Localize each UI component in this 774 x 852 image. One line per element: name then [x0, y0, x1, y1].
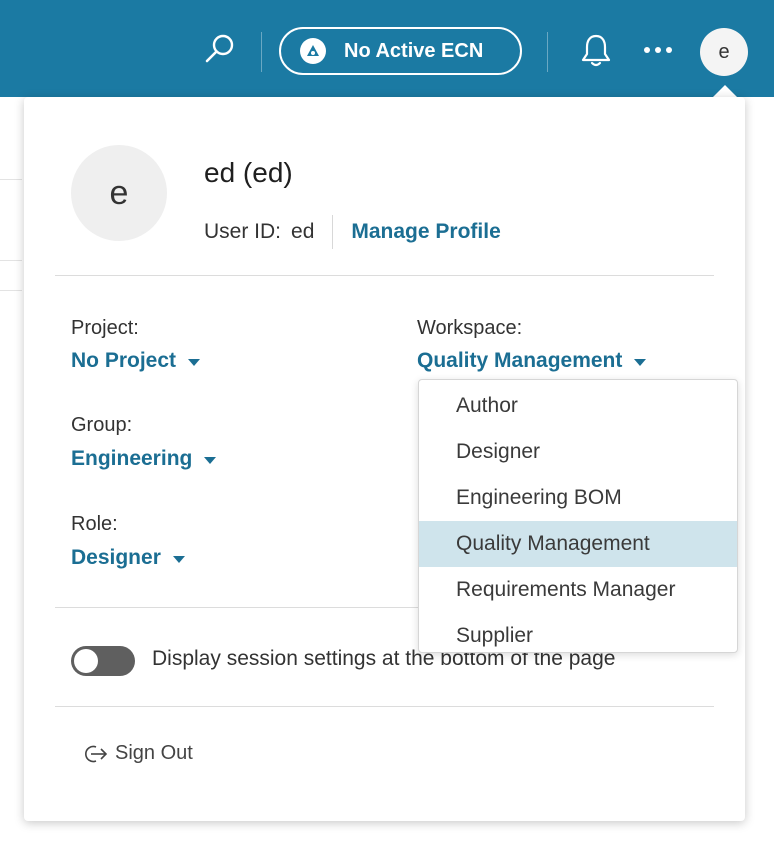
- group-value: Engineering: [71, 447, 193, 470]
- more-icon: [644, 47, 672, 53]
- group-selector[interactable]: Engineering: [71, 447, 217, 471]
- user-avatar-button[interactable]: e: [700, 28, 748, 76]
- divider: [332, 215, 334, 249]
- toolbar-separator: [547, 32, 548, 72]
- avatar: e: [71, 145, 167, 241]
- manage-profile-link[interactable]: Manage Profile: [351, 220, 500, 244]
- project-selector[interactable]: No Project: [71, 349, 201, 373]
- active-ecn-button[interactable]: No Active ECN: [279, 27, 522, 75]
- caret-down-icon: [204, 457, 217, 464]
- search-icon: [205, 34, 234, 63]
- workspace-option-author[interactable]: Author: [419, 383, 737, 429]
- ecn-label: No Active ECN: [344, 39, 484, 62]
- notifications-button[interactable]: [579, 32, 613, 70]
- background-divider: [0, 179, 22, 180]
- more-options-button[interactable]: [641, 37, 675, 63]
- sign-out-icon: [85, 745, 108, 762]
- role-label: Role:: [71, 513, 118, 535]
- search-button[interactable]: [200, 30, 240, 70]
- workspace-dropdown: Author Designer Engineering BOM Quality …: [418, 379, 738, 653]
- workspace-option-quality-management[interactable]: Quality Management: [419, 521, 737, 567]
- bell-icon: [581, 34, 611, 67]
- sign-out-button[interactable]: Sign Out: [83, 742, 193, 765]
- toolbar-separator: [261, 32, 262, 72]
- project-value: No Project: [71, 349, 177, 372]
- workspace-option-supplier[interactable]: Supplier: [419, 613, 737, 659]
- background-divider: [0, 260, 22, 261]
- toggle-knob: [74, 649, 98, 673]
- role-selector[interactable]: Designer: [71, 546, 185, 570]
- workspace-selector[interactable]: Quality Management: [417, 349, 647, 373]
- user-id-label: User ID:: [204, 220, 282, 243]
- role-value: Designer: [71, 546, 161, 569]
- user-display-name: ed (ed): [204, 157, 293, 188]
- caret-down-icon: [172, 556, 185, 563]
- divider: [55, 275, 714, 276]
- session-settings-toggle[interactable]: [71, 646, 135, 676]
- workspace-option-designer[interactable]: Designer: [419, 429, 737, 475]
- project-label: Project:: [71, 317, 139, 339]
- ecn-icon: [300, 38, 326, 64]
- user-id-row: User ID: ed Manage Profile: [204, 215, 501, 249]
- workspace-option-requirements-manager[interactable]: Requirements Manager: [419, 567, 737, 613]
- group-label: Group:: [71, 414, 133, 436]
- workspace-value: Quality Management: [417, 349, 623, 372]
- background-divider: [0, 290, 22, 291]
- top-bar: No Active ECN e: [0, 0, 774, 97]
- workspace-option-engineering-bom[interactable]: Engineering BOM: [419, 475, 737, 521]
- divider: [55, 706, 714, 707]
- caret-down-icon: [634, 359, 647, 366]
- caret-down-icon: [188, 359, 201, 366]
- workspace-label: Workspace:: [417, 317, 523, 339]
- user-id-value: ed: [291, 220, 315, 243]
- sign-out-label: Sign Out: [115, 742, 193, 764]
